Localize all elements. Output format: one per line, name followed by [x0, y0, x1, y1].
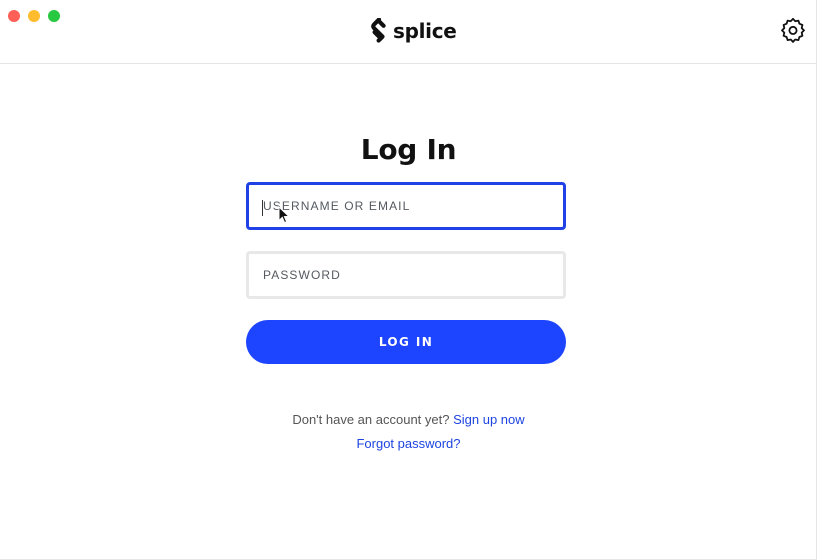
username-field[interactable] [246, 182, 566, 230]
splice-logo-icon [371, 18, 386, 43]
forgot-password-link[interactable]: Forgot password? [356, 436, 460, 451]
text-caret [262, 200, 263, 216]
app-window: splice Log In LOG IN Don't have an accou… [0, 0, 817, 560]
gear-icon[interactable] [780, 17, 806, 43]
brand-name: splice [393, 19, 457, 43]
password-field[interactable] [246, 251, 566, 299]
signup-prompt-row: Don't have an account yet? Sign up now [0, 412, 817, 427]
minimize-window-button[interactable] [28, 10, 40, 22]
zoom-window-button[interactable] [48, 10, 60, 22]
brand-logo: splice [370, 16, 457, 46]
close-window-button[interactable] [8, 10, 20, 22]
title-bar: splice [0, 0, 816, 64]
log-in-button[interactable]: LOG IN [246, 320, 566, 364]
forgot-password-row: Forgot password? [0, 436, 817, 451]
page-title: Log In [360, 133, 457, 166]
password-input[interactable] [249, 254, 563, 296]
sign-up-link[interactable]: Sign up now [453, 412, 525, 427]
username-input[interactable] [249, 185, 563, 227]
signup-prompt-text: Don't have an account yet? [292, 412, 450, 427]
